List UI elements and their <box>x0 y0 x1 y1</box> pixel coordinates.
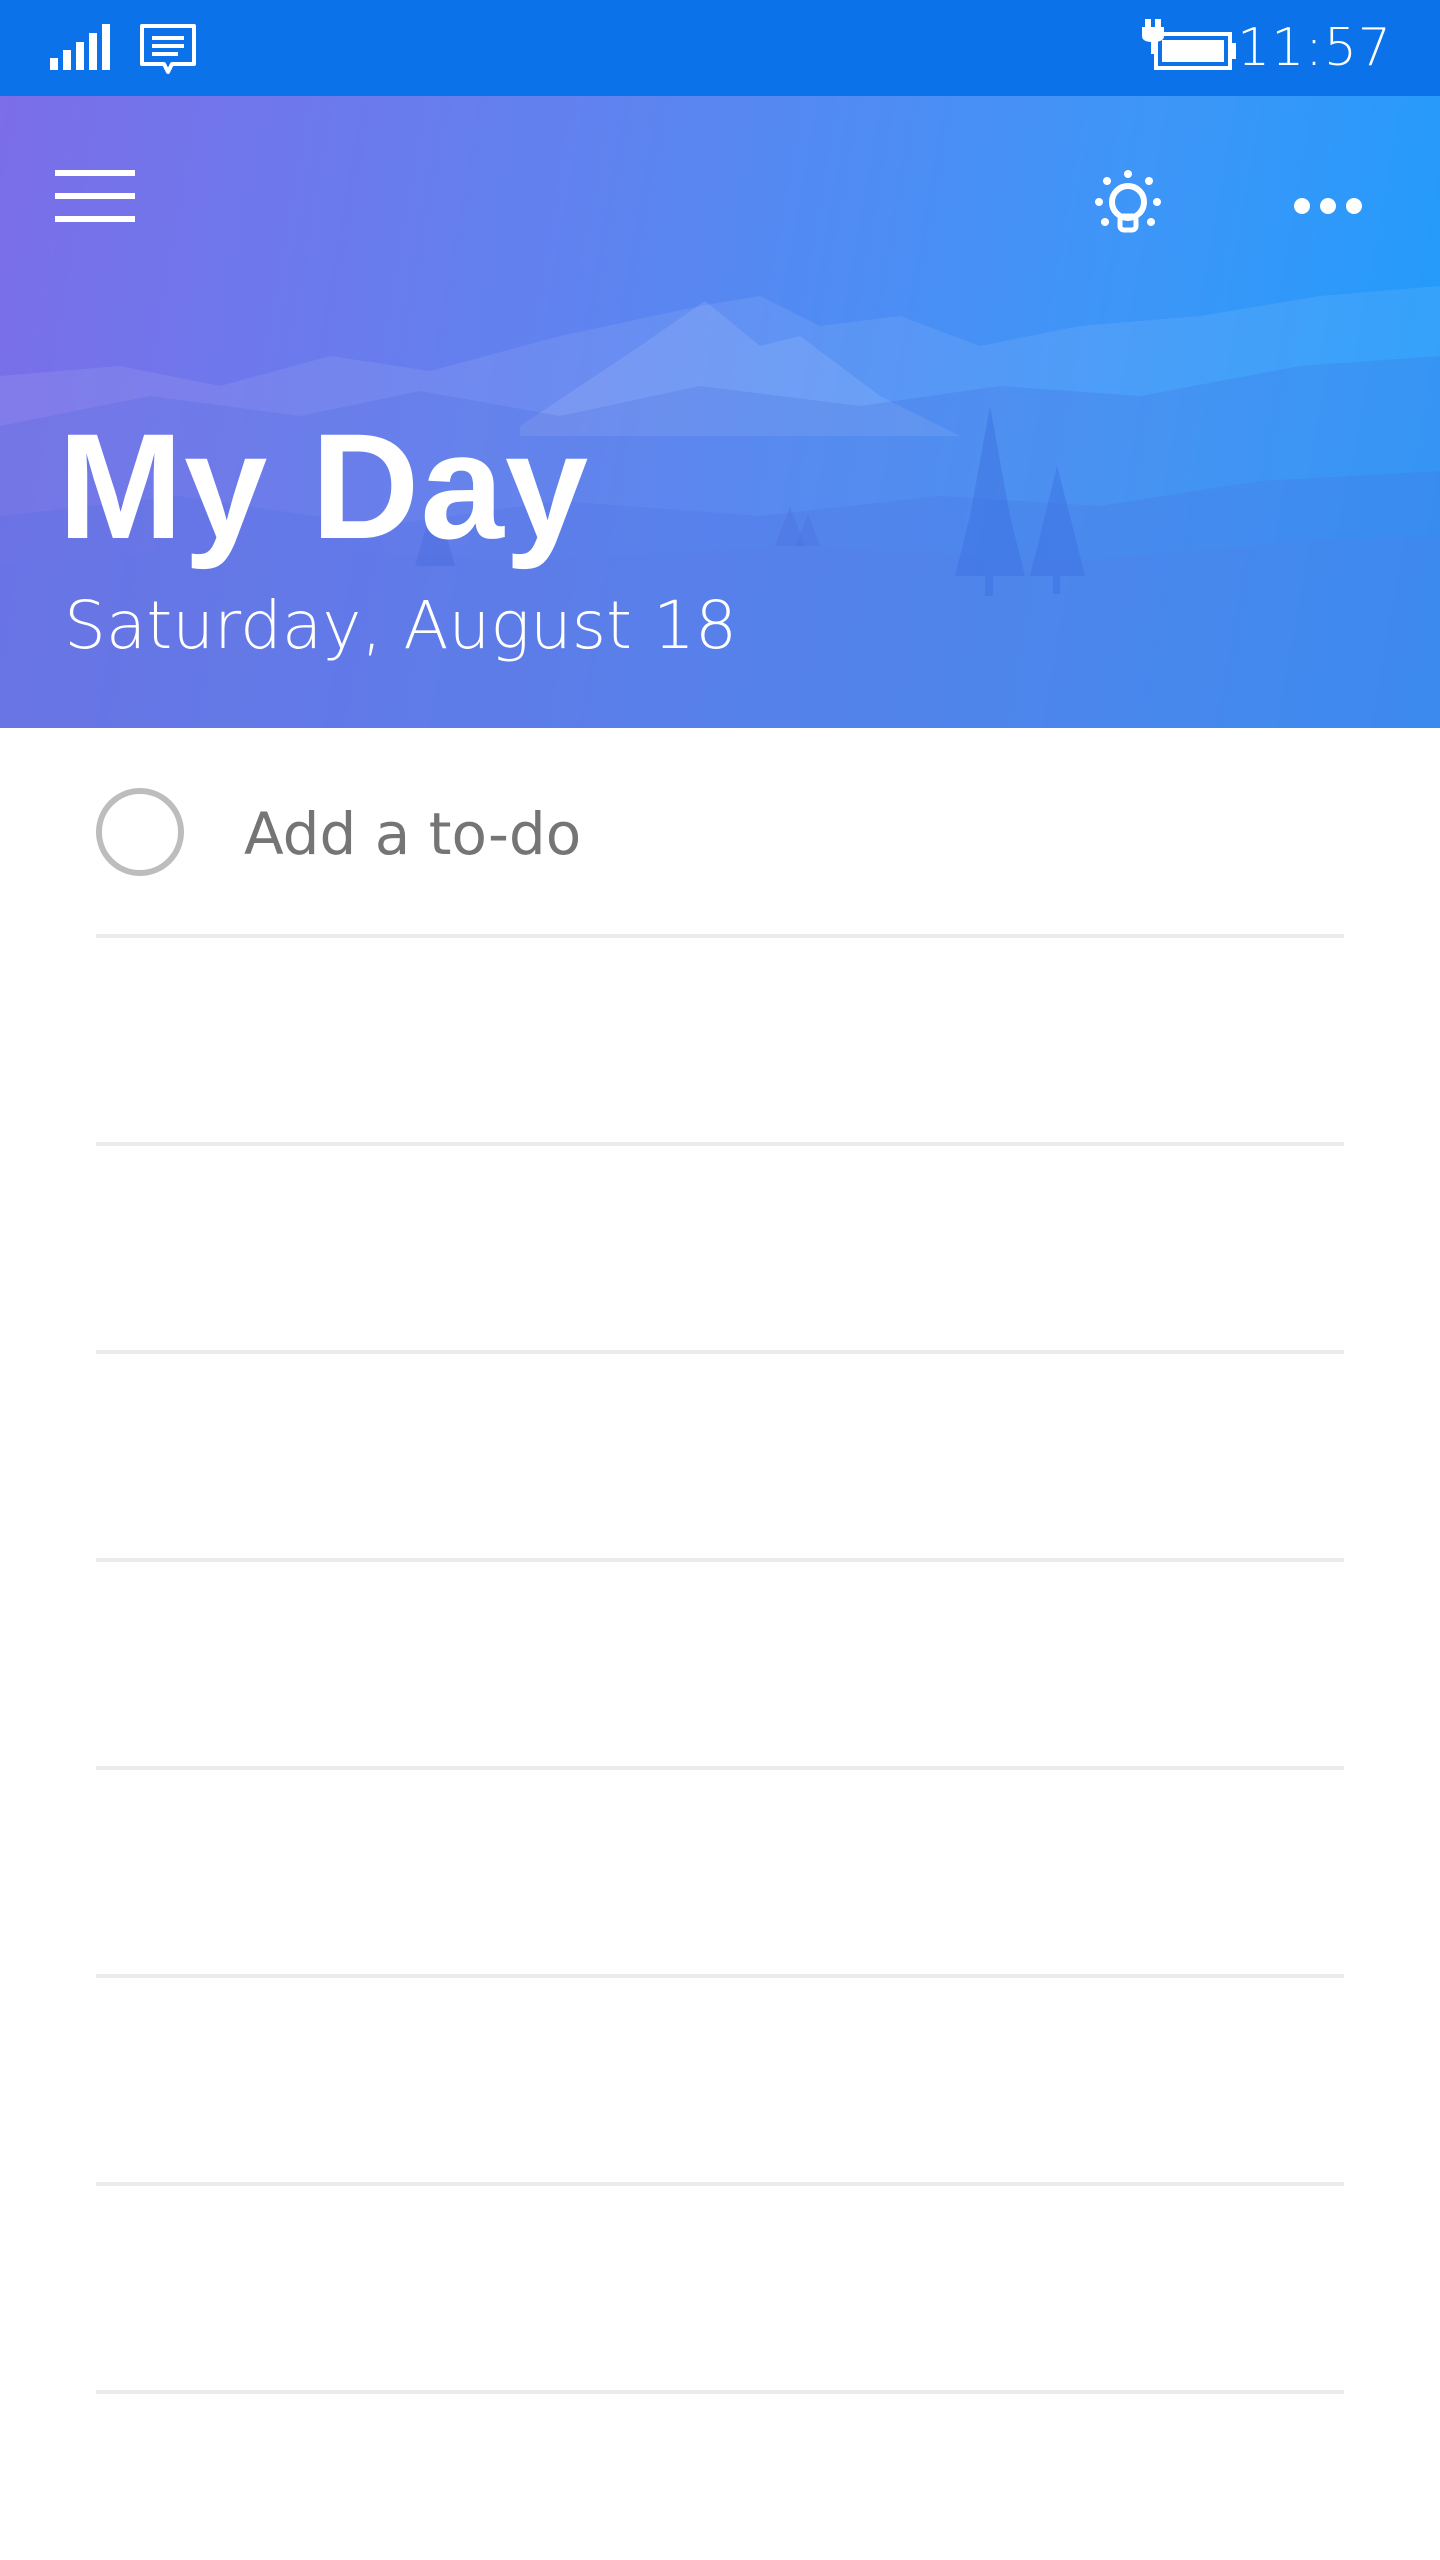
list-divider <box>96 1766 1344 1770</box>
list-divider <box>96 2182 1344 2186</box>
my-day-header: My Day Saturday, August 18 <box>0 96 1440 728</box>
list-divider <box>96 1974 1344 1978</box>
page-title: My Day <box>58 402 590 570</box>
clock-time: 11:57 <box>1237 18 1392 78</box>
menu-button[interactable] <box>40 146 150 246</box>
suggestions-button[interactable] <box>1068 146 1188 266</box>
more-options-icon <box>1294 198 1362 214</box>
battery-charging-icon <box>1142 19 1236 70</box>
list-divider <box>96 2390 1344 2394</box>
list-divider <box>96 934 1344 938</box>
more-options-button[interactable] <box>1268 146 1388 266</box>
list-divider <box>96 1142 1344 1146</box>
message-notification-icon <box>140 24 196 74</box>
list-divider <box>96 1558 1344 1562</box>
add-todo-circle-icon[interactable] <box>96 788 184 876</box>
add-todo-placeholder[interactable]: Add a to-do <box>244 794 581 874</box>
add-todo-row[interactable]: Add a to-do <box>0 728 1440 936</box>
lightbulb-icon <box>1095 170 1161 233</box>
page-date: Saturday, August 18 <box>64 587 738 664</box>
hamburger-menu-icon <box>55 170 135 222</box>
todo-list: Add a to-do <box>0 728 1440 2560</box>
list-divider <box>96 1350 1344 1354</box>
status-bar: 11:57 <box>0 0 1440 96</box>
signal-strength-icon <box>50 24 110 70</box>
